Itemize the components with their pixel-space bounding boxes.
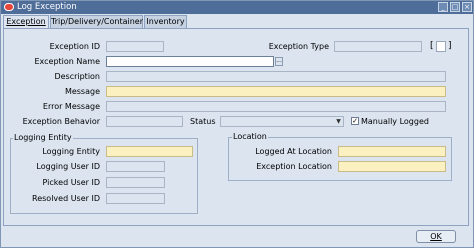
error-message-label: Error Message [42,102,100,111]
manually-logged-checkbox[interactable]: ✓ [351,117,359,125]
oracle-app-icon [4,3,14,11]
maximize-icon[interactable]: □ [450,2,460,12]
exception-behavior-field[interactable] [106,116,183,127]
tab-inventory[interactable]: Inventory [144,15,187,28]
logged-at-location-field[interactable] [338,146,446,157]
exception-tab-panel: Exception ID Exception Type [ ] Exceptio… [3,28,469,226]
error-message-field[interactable] [106,101,446,112]
exception-behavior-label: Exception Behavior [22,117,100,126]
exception-type-field[interactable] [334,41,422,52]
resolved-user-id-field[interactable] [106,193,165,204]
location-group-label: Location [232,131,268,142]
location-group [228,137,452,181]
exception-type-label: Exception Type [268,42,329,51]
log-exception-window: Log Exception _ □ × Exception Trip/Deliv… [0,0,474,248]
tab-exception-label: Exception [6,17,46,26]
ok-button[interactable]: OK [416,230,456,243]
message-label: Message [64,87,100,96]
resolved-user-id-label: Resolved User ID [32,194,100,203]
exception-location-field[interactable] [338,161,446,172]
exception-location-label: Exception Location [256,162,332,171]
description-label: Description [54,72,100,81]
ok-button-label: OK [430,232,442,241]
flexfield-bracket-close: ] [448,41,452,51]
close-icon[interactable]: × [462,2,472,12]
manually-logged-label: Manually Logged [361,117,429,126]
exception-name-lov-button[interactable]: ... [275,57,283,66]
tab-exception[interactable]: Exception [3,15,49,29]
logging-entity-label: Logging Entity [42,147,100,156]
message-field[interactable] [106,86,446,97]
logging-entity-group-label: Logging Entity [13,132,73,143]
window-title: Log Exception [17,2,77,12]
exception-name-field[interactable] [106,56,274,67]
descriptive-flexfield[interactable] [436,41,446,52]
status-select[interactable]: ▼ [220,116,344,127]
chevron-down-icon: ▼ [336,118,341,125]
picked-user-id-field[interactable] [106,177,165,188]
title-bar: Log Exception _ □ × [1,1,473,14]
picked-user-id-label: Picked User ID [42,178,100,187]
logging-entity-field[interactable] [106,146,193,157]
exception-name-label: Exception Name [34,57,100,66]
logging-user-id-field[interactable] [106,161,165,172]
status-label: Status [190,117,216,126]
tab-trip-delivery-container[interactable]: Trip/Delivery/Container [50,15,143,28]
logging-user-id-label: Logging User ID [36,162,100,171]
exception-id-label: Exception ID [49,42,100,51]
exception-id-field[interactable] [106,41,164,52]
minimize-icon[interactable]: _ [438,2,448,12]
description-field[interactable] [106,71,446,82]
flexfield-bracket-open: [ [430,41,434,51]
logged-at-location-label: Logged At Location [255,147,332,156]
